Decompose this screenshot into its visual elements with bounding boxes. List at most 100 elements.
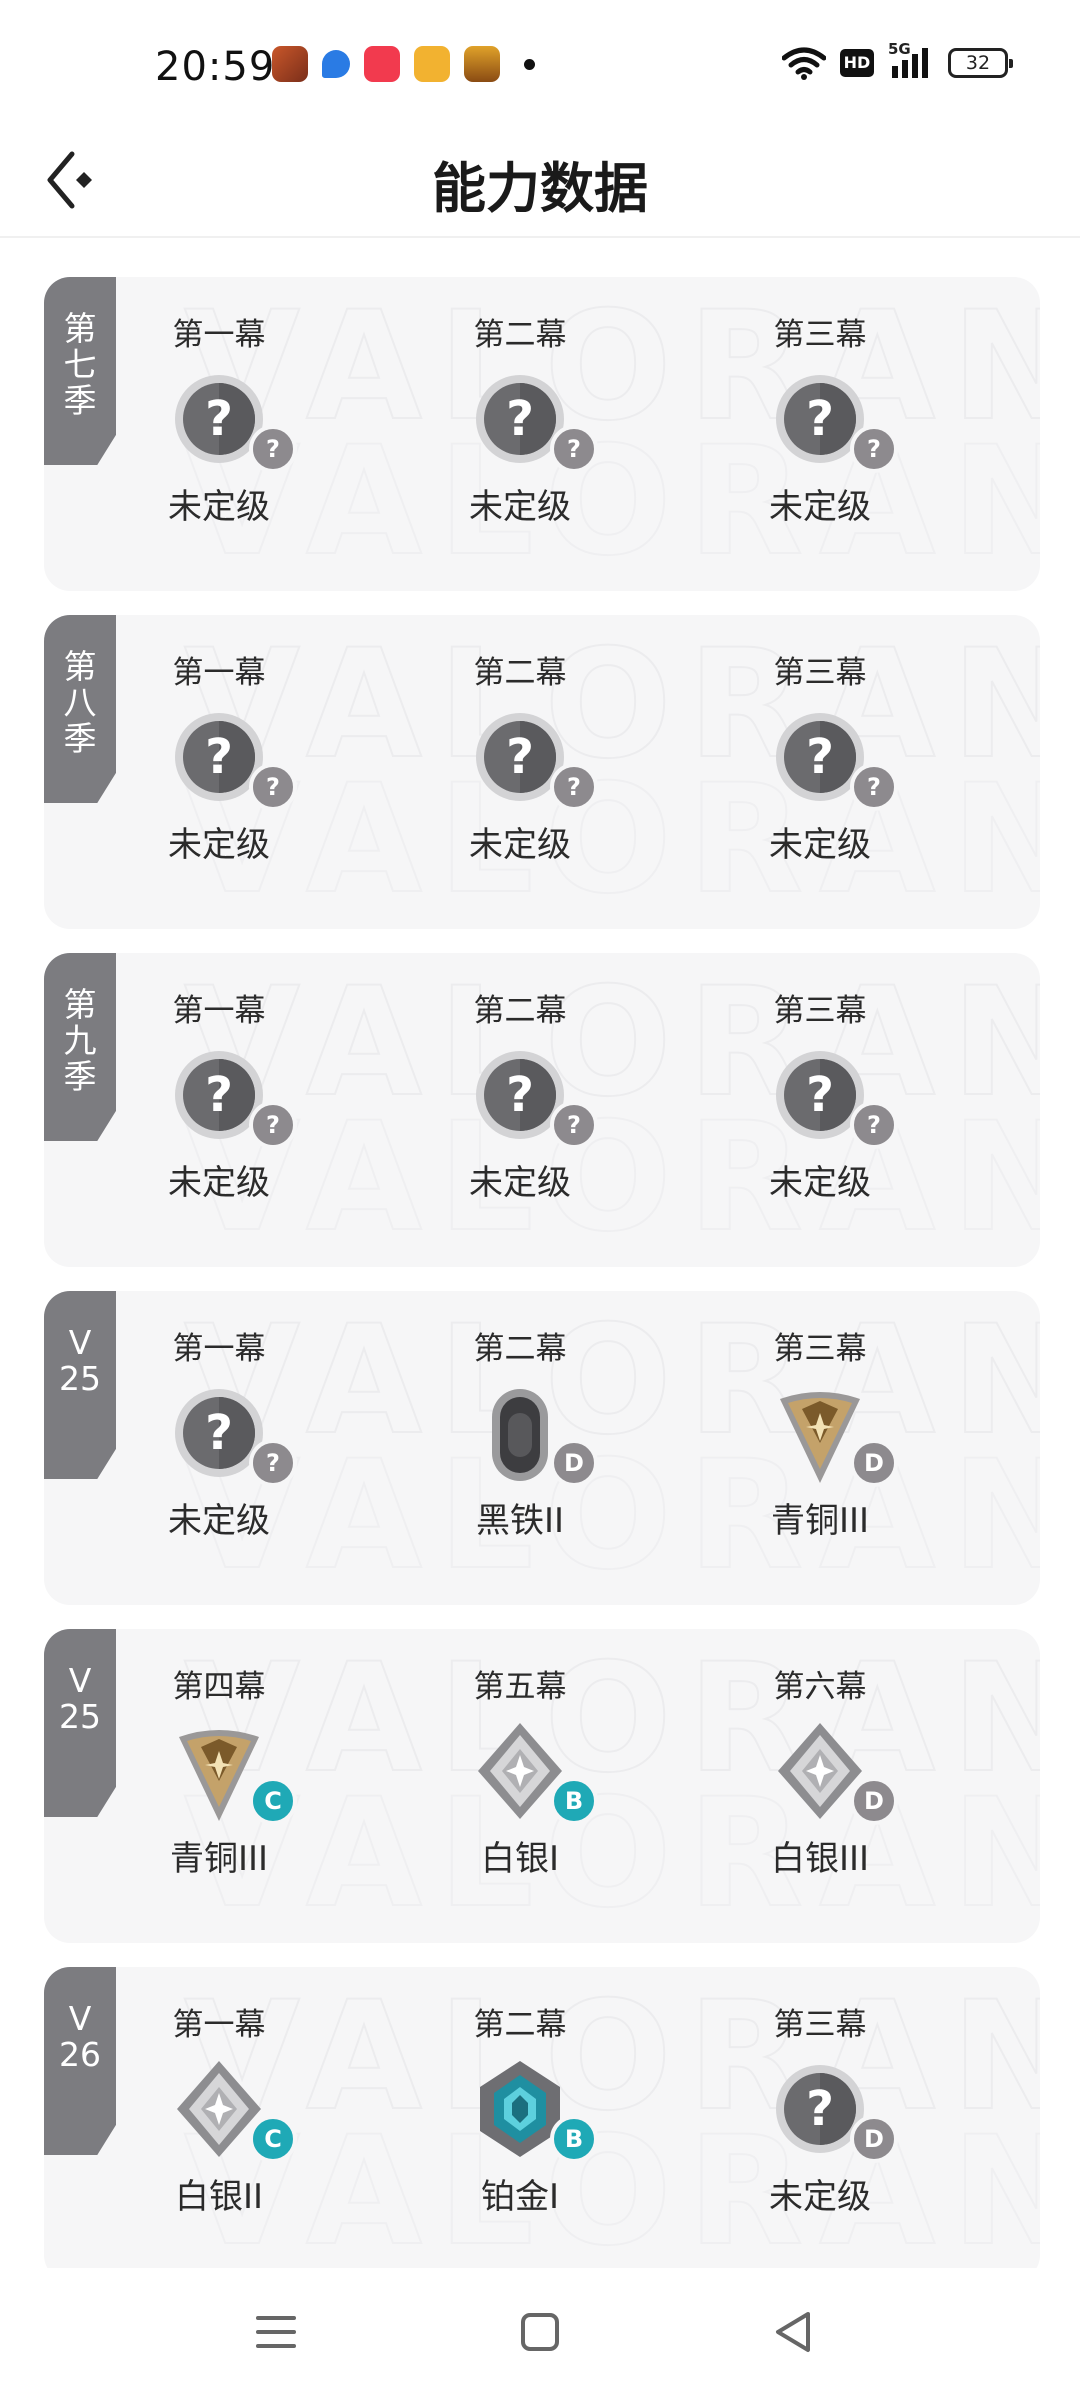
- season-tab: 第九季: [44, 953, 116, 1141]
- season-tab-text: 25: [59, 1359, 101, 1398]
- grade-badge: D: [550, 1439, 598, 1487]
- target-app-icon: [414, 46, 450, 82]
- home-button[interactable]: [510, 2302, 570, 2362]
- season-tab-text: 季: [63, 719, 97, 758]
- act-rank-item[interactable]: 第二幕 D 黑铁II: [410, 1329, 630, 1543]
- music-app-icon: [364, 46, 400, 82]
- season-tab: 第八季: [44, 615, 116, 803]
- season-tab-text: 八: [63, 683, 97, 722]
- act-rank-item[interactable]: 第二幕 B 铂金I: [410, 2005, 630, 2219]
- act-rank-item[interactable]: 第三幕 ? ? 未定级: [710, 991, 930, 1205]
- grade-badge: C: [249, 1777, 297, 1825]
- act-rank-item[interactable]: 第三幕 ? D 未定级: [710, 2005, 930, 2219]
- act-label: 第一幕: [172, 993, 266, 1029]
- system-back-button[interactable]: [764, 2302, 824, 2362]
- rank-name: 未定级: [769, 487, 871, 527]
- grade-badge: ?: [550, 1101, 598, 1149]
- season-card: VALORANTVALORANT第七季第一幕 ? ?未定级第二幕 ? ?未定级第…: [44, 277, 1040, 591]
- svg-text:?: ?: [205, 1405, 233, 1461]
- rank-emblem: B: [410, 1715, 630, 1833]
- svg-text:?: ?: [205, 729, 233, 785]
- rank-name: 黑铁II: [475, 1501, 565, 1541]
- rank-emblem: ? ?: [710, 701, 930, 819]
- svg-text:?: ?: [506, 729, 534, 785]
- battery-indicator: 32: [948, 48, 1013, 78]
- season-tab-text: V: [68, 1999, 92, 2038]
- svg-text:?: ?: [506, 391, 534, 447]
- season-tab-text: 第: [63, 647, 97, 686]
- svg-text:?: ?: [806, 1067, 834, 1123]
- act-rank-item[interactable]: 第二幕 ? ? 未定级: [410, 315, 630, 529]
- status-bar: 20:59 HD 5G 32: [0, 0, 1080, 130]
- rank-name: 未定级: [469, 825, 571, 865]
- act-rank-item[interactable]: 第三幕 ? ? 未定级: [710, 315, 930, 529]
- rank-emblem: C: [109, 1715, 329, 1833]
- act-rank-item[interactable]: 第一幕 ? ? 未定级: [109, 653, 329, 867]
- more-notifications-dot: [524, 58, 535, 70]
- act-label: 第一幕: [172, 655, 266, 691]
- act-rank-item[interactable]: 第三幕 ? ? 未定级: [710, 653, 930, 867]
- rank-emblem: ? ?: [410, 1039, 630, 1157]
- rank-emblem: ? ?: [109, 1039, 329, 1157]
- svg-text:?: ?: [806, 729, 834, 785]
- act-rank-item[interactable]: 第一幕 ? ? 未定级: [109, 1329, 329, 1543]
- season-tab-text: 第: [63, 985, 97, 1024]
- act-rank-item[interactable]: 第一幕 ? ? 未定级: [109, 315, 329, 529]
- rank-emblem: B: [410, 2053, 630, 2171]
- act-label: 第二幕: [473, 2007, 567, 2043]
- act-rank-item[interactable]: 第四幕 C 青铜III: [109, 1667, 329, 1881]
- signal-icon: 5G: [888, 40, 934, 80]
- act-rank-item[interactable]: 第三幕 D 青铜III: [710, 1329, 930, 1543]
- season-tab: V 25: [44, 1291, 116, 1479]
- hd-badge: HD: [840, 49, 874, 77]
- rank-name: 未定级: [769, 825, 871, 865]
- season-tab-text: V: [68, 1323, 92, 1362]
- chat-app-icon: [322, 50, 350, 78]
- rank-emblem: ? ?: [109, 701, 329, 819]
- season-tab-text: 季: [63, 1057, 97, 1096]
- grade-badge: D: [850, 1777, 898, 1825]
- act-label: 第二幕: [473, 1331, 567, 1367]
- grade-badge: B: [550, 2115, 598, 2163]
- home-square-icon: [521, 2313, 559, 2351]
- svg-text:?: ?: [205, 391, 233, 447]
- act-rank-item[interactable]: 第六幕 D 白银III: [710, 1667, 930, 1881]
- rank-emblem: ? ?: [710, 1039, 930, 1157]
- rank-emblem: ? ?: [109, 363, 329, 481]
- season-tab-text: 第: [63, 309, 97, 348]
- rank-name: 白银I: [480, 1839, 560, 1879]
- season-tab-text: 九: [63, 1021, 97, 1060]
- act-rank-item[interactable]: 第二幕 ? ? 未定级: [410, 991, 630, 1205]
- act-label: 第三幕: [773, 655, 867, 691]
- rank-emblem: ? ?: [710, 363, 930, 481]
- act-label: 第三幕: [773, 317, 867, 353]
- rank-name: 未定级: [769, 1163, 871, 1203]
- svg-text:?: ?: [806, 391, 834, 447]
- system-icons: HD 5G 32: [782, 40, 1013, 80]
- grade-badge: ?: [550, 763, 598, 811]
- act-label: 第二幕: [473, 317, 567, 353]
- season-card: VALORANTVALORANTV26第一幕 C白银II第二幕 B铂金I第三幕 …: [44, 1967, 1040, 2281]
- act-label: 第一幕: [172, 317, 266, 353]
- rank-name: 未定级: [469, 487, 571, 527]
- notification-app-icons: [272, 46, 535, 82]
- menu-icon: [256, 2316, 296, 2348]
- season-tab: V 26: [44, 1967, 116, 2155]
- rank-emblem: ? ?: [410, 701, 630, 819]
- svg-text:?: ?: [205, 1067, 233, 1123]
- act-rank-item[interactable]: 第二幕 ? ? 未定级: [410, 653, 630, 867]
- act-label: 第三幕: [773, 1331, 867, 1367]
- game-app-icon: [272, 46, 308, 82]
- recent-apps-button[interactable]: [246, 2302, 306, 2362]
- season-card: VALORANTVALORANTV25第四幕 C青铜III第五幕 B白银I第六幕…: [44, 1629, 1040, 1943]
- act-rank-item[interactable]: 第一幕 ? ? 未定级: [109, 991, 329, 1205]
- season-tab: 第七季: [44, 277, 116, 465]
- act-rank-item[interactable]: 第一幕 C 白银II: [109, 2005, 329, 2219]
- season-list: VALORANTVALORANT第七季第一幕 ? ?未定级第二幕 ? ?未定级第…: [44, 277, 1040, 2305]
- rank-emblem: D: [710, 1715, 930, 1833]
- rank-name: 青铜III: [770, 1501, 870, 1541]
- rank-name: 未定级: [168, 1163, 270, 1203]
- rank-emblem: ? ?: [109, 1377, 329, 1495]
- act-label: 第三幕: [773, 2007, 867, 2043]
- act-rank-item[interactable]: 第五幕 B 白银I: [410, 1667, 630, 1881]
